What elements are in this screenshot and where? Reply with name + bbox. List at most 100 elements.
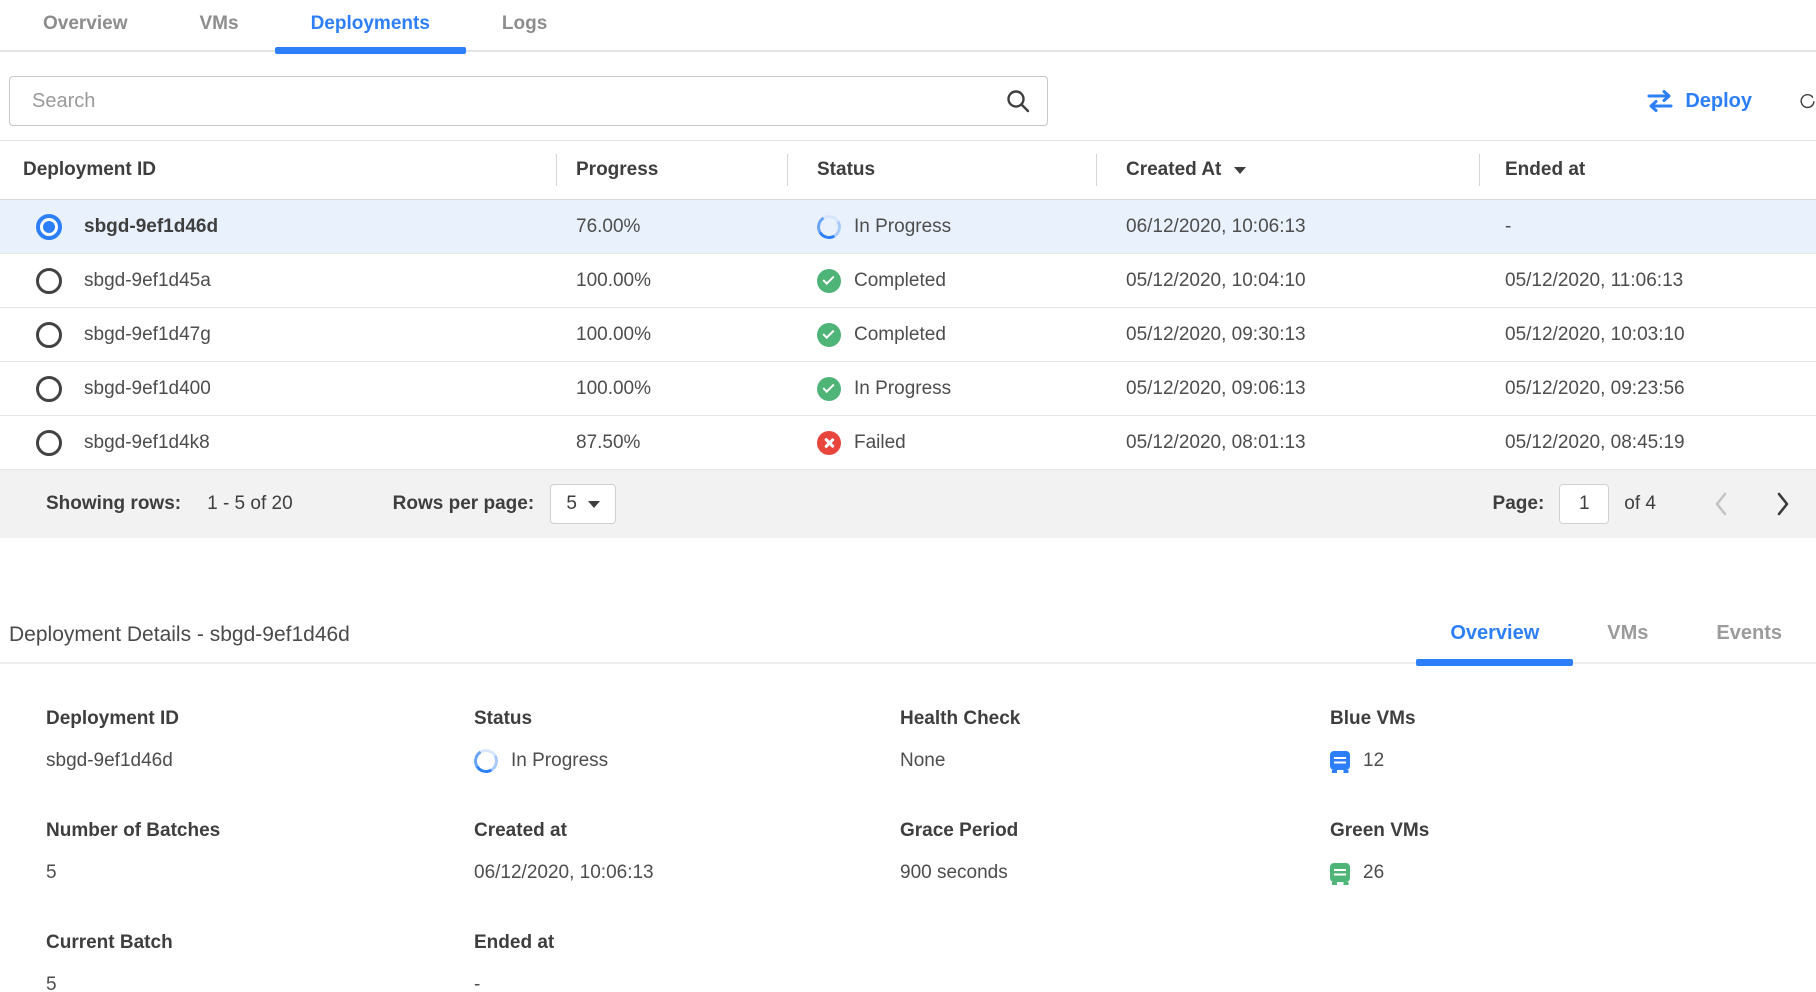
detail-field: Current Batch 5 [46, 932, 474, 992]
search-input[interactable] [10, 90, 1005, 113]
ended-at-cell: 05/12/2020, 09:23:56 [1479, 378, 1816, 400]
column-header-status[interactable]: Status [787, 141, 1096, 199]
page-label: Page: [1493, 493, 1545, 515]
detail-field-value: 5 [46, 859, 474, 886]
details-tab-vms[interactable]: VMs [1573, 622, 1682, 662]
progress-cell: 100.00% [556, 324, 787, 346]
detail-field-value: 26 [1330, 859, 1816, 886]
column-header-ended-at[interactable]: Ended at [1479, 141, 1816, 199]
status-text: Failed [854, 432, 906, 454]
table-header: Deployment ID Progress Status Created At… [0, 141, 1816, 200]
status-cell: Failed [787, 431, 1096, 455]
ended-at-cell: 05/12/2020, 08:45:19 [1479, 432, 1816, 454]
table-row[interactable]: sbgd-9ef1d45a 100.00% Completed 05/12/20… [0, 254, 1816, 308]
toolbar-right: Deploy [1646, 80, 1816, 122]
detail-field-label: Number of Batches [46, 820, 474, 842]
detail-field-value-text: sbgd-9ef1d46d [46, 750, 173, 772]
tab-deployments[interactable]: Deployments [275, 0, 466, 50]
rows-per-page-value: 5 [566, 493, 577, 515]
tab-logs[interactable]: Logs [466, 0, 583, 50]
error-circle-icon [817, 431, 841, 455]
showing-rows-value: 1 - 5 of 20 [207, 493, 293, 515]
row-radio-button[interactable] [36, 430, 62, 456]
chevron-down-icon [588, 501, 600, 508]
detail-field-value: 06/12/2020, 10:06:13 [474, 859, 900, 886]
detail-field-value-text: 5 [46, 862, 57, 884]
showing-rows-label: Showing rows: [46, 493, 181, 515]
page-controls: Page: of 4 [1493, 484, 1794, 524]
detail-field: Status In Progress [474, 708, 900, 774]
vm-icon [1330, 863, 1350, 882]
detail-field: Health Check None [900, 708, 1330, 774]
detail-field-value-text: - [474, 974, 480, 992]
details-tab-events[interactable]: Events [1682, 622, 1816, 662]
status-cell: Completed [787, 269, 1096, 293]
status-cell: In Progress [787, 377, 1096, 401]
detail-field-value: - [474, 971, 900, 992]
detail-field-label: Status [474, 708, 900, 730]
progress-cell: 87.50% [556, 432, 787, 454]
detail-field-value: 5 [46, 971, 474, 992]
detail-field-value: 12 [1330, 747, 1816, 774]
rows-per-page-select[interactable]: 5 [550, 484, 616, 524]
ended-at-cell: 05/12/2020, 10:03:10 [1479, 324, 1816, 346]
deploy-button[interactable]: Deploy [1646, 90, 1752, 113]
table-row[interactable]: sbgd-9ef1d4k8 87.50% Failed 05/12/2020, … [0, 416, 1816, 470]
detail-field: Blue VMs 12 [1330, 708, 1816, 774]
detail-field-label: Green VMs [1330, 820, 1816, 842]
deployments-table: Deployment ID Progress Status Created At… [0, 140, 1816, 470]
toolbar: Deploy [0, 76, 1816, 126]
previous-page-button[interactable] [1710, 488, 1732, 520]
row-radio-button[interactable] [36, 268, 62, 294]
table-row[interactable]: sbgd-9ef1d400 100.00% In Progress 05/12/… [0, 362, 1816, 416]
deployment-id-cell: sbgd-9ef1d47g [84, 324, 211, 346]
details-tab-overview[interactable]: Overview [1416, 622, 1573, 662]
ended-at-cell: - [1479, 216, 1816, 238]
detail-field-value-text: 06/12/2020, 10:06:13 [474, 862, 654, 884]
detail-field-label: Current Batch [46, 932, 474, 954]
details-tab-bar: Overview VMs Events [1416, 622, 1816, 662]
tab-overview[interactable]: Overview [7, 0, 164, 50]
detail-field-label: Ended at [474, 932, 900, 954]
status-cell: In Progress [787, 215, 1096, 239]
detail-field: Deployment ID sbgd-9ef1d46d [46, 708, 474, 774]
page-total-label: of 4 [1624, 493, 1656, 515]
column-header-deployment-id[interactable]: Deployment ID [0, 141, 556, 199]
row-radio-button[interactable] [36, 376, 62, 402]
deploy-button-label: Deploy [1685, 90, 1752, 113]
top-tab-bar: Overview VMs Deployments Logs [0, 0, 1816, 52]
table-row[interactable]: sbgd-9ef1d46d 76.00% In Progress 06/12/2… [0, 200, 1816, 254]
column-header-progress[interactable]: Progress [556, 141, 787, 199]
row-radio-button[interactable] [36, 322, 62, 348]
column-header-created-at[interactable]: Created At [1096, 141, 1479, 199]
detail-field-label: Created at [474, 820, 900, 842]
search-icon [1005, 88, 1031, 114]
progress-cell: 100.00% [556, 378, 787, 400]
vm-icon [1330, 751, 1350, 770]
ended-at-cell: 05/12/2020, 11:06:13 [1479, 270, 1816, 292]
refresh-icon[interactable] [1799, 80, 1816, 122]
next-page-button[interactable] [1772, 488, 1794, 520]
status-text: In Progress [854, 378, 951, 400]
detail-field-label: Deployment ID [46, 708, 474, 730]
detail-field-value: In Progress [474, 747, 900, 774]
details-grid: Deployment ID sbgd-9ef1d46d Status In Pr… [0, 664, 1816, 992]
search-box [9, 76, 1048, 126]
row-radio-button[interactable] [36, 214, 62, 240]
created-at-cell: 05/12/2020, 10:04:10 [1096, 270, 1479, 292]
spinner-icon [814, 212, 843, 241]
spinner-icon [471, 746, 500, 775]
deployment-id-cell: sbgd-9ef1d46d [84, 216, 218, 238]
detail-field: Number of Batches 5 [46, 820, 474, 886]
detail-field: Ended at - [474, 932, 900, 992]
detail-field-value-text: 12 [1363, 750, 1384, 772]
tab-vms[interactable]: VMs [164, 0, 275, 50]
status-text: In Progress [854, 216, 951, 238]
details-header: Deployment Details - sbgd-9ef1d46d Overv… [0, 608, 1816, 664]
table-row[interactable]: sbgd-9ef1d47g 100.00% Completed 05/12/20… [0, 308, 1816, 362]
detail-field-label: Grace Period [900, 820, 1330, 842]
detail-field-value: None [900, 747, 1330, 774]
detail-field-value-text: 5 [46, 974, 57, 992]
detail-field-value: sbgd-9ef1d46d [46, 747, 474, 774]
page-number-input[interactable] [1559, 484, 1609, 524]
